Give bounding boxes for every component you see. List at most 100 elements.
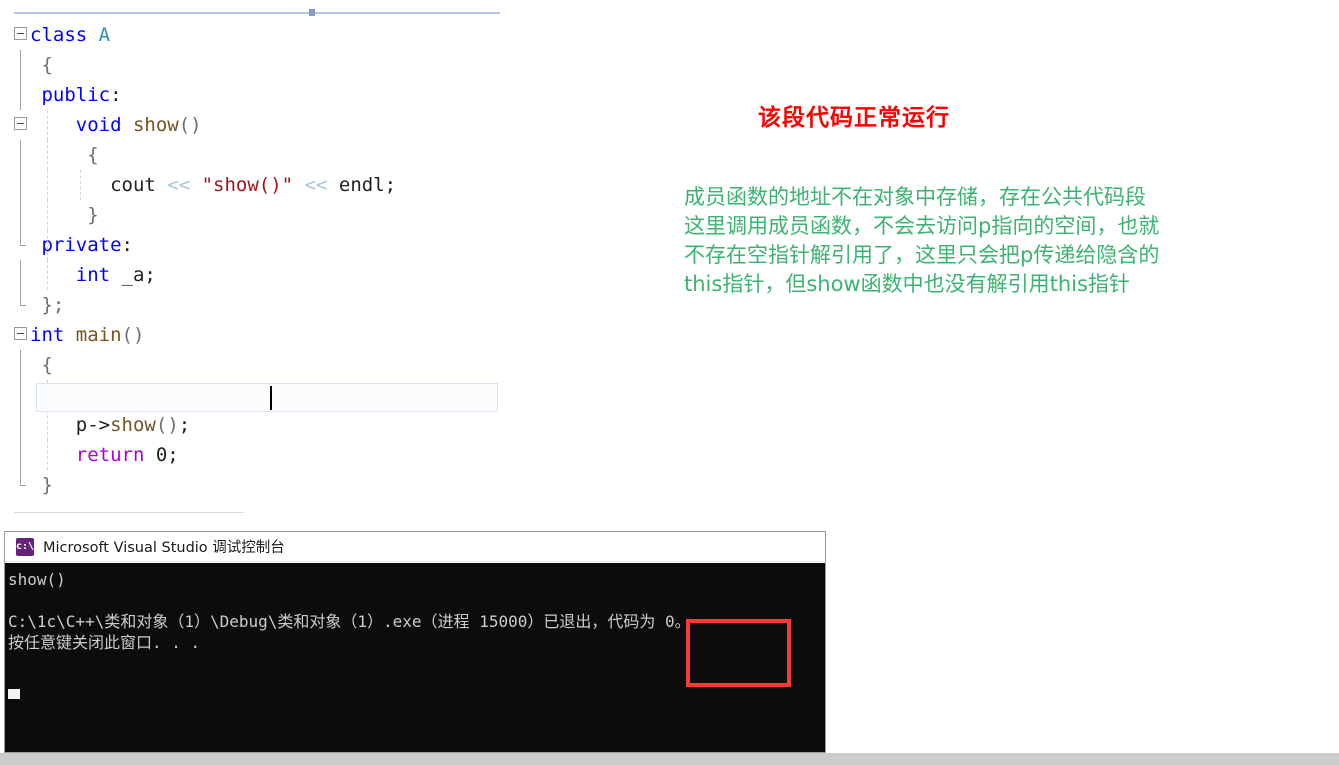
- code-token: :: [121, 234, 133, 256]
- annotation-title: 该段代码正常运行: [758, 105, 950, 131]
- fold-collapse-icon[interactable]: [14, 117, 27, 130]
- code-gutter: [0, 410, 30, 440]
- code-line[interactable]: public:: [0, 80, 840, 110]
- fold-guide-line: [20, 260, 21, 290]
- code-token: {: [87, 144, 99, 166]
- editor-splitter-handle[interactable]: [309, 9, 315, 16]
- code-token: ;: [144, 264, 156, 286]
- code-line-text: return 0;: [30, 444, 179, 466]
- fold-guide-line: [20, 170, 21, 200]
- code-gutter: [0, 50, 30, 80]
- code-token: };: [41, 294, 65, 316]
- code-gutter: [0, 260, 30, 290]
- code-gutter: [0, 170, 30, 200]
- code-line[interactable]: {: [0, 140, 840, 170]
- editor-bottom-rule: [14, 512, 244, 513]
- code-token: ->: [87, 414, 111, 436]
- code-gutter: [0, 230, 30, 260]
- code-token: (): [121, 324, 145, 346]
- fold-guide-line: [20, 200, 21, 230]
- bottom-taskbar-strip: [0, 753, 1339, 765]
- fold-guide-line: [20, 140, 21, 170]
- code-gutter: [0, 290, 30, 320]
- code-line[interactable]: int main(): [0, 320, 840, 350]
- console-window[interactable]: c:\ Microsoft Visual Studio 调试控制台 show()…: [4, 531, 826, 753]
- code-line[interactable]: }: [0, 470, 840, 500]
- code-token: main: [75, 324, 122, 346]
- code-line-text: private:: [30, 234, 133, 256]
- code-line-text: int _a;: [30, 264, 156, 286]
- code-token: ;: [167, 444, 179, 466]
- code-token: public: [41, 84, 111, 106]
- code-token: "show()": [201, 174, 294, 196]
- code-gutter: [0, 440, 30, 470]
- fold-collapse-icon[interactable]: [14, 27, 27, 40]
- code-line[interactable]: void show(): [0, 110, 840, 140]
- code-token: {: [41, 54, 53, 76]
- indent-guide: [47, 170, 48, 200]
- console-titlebar[interactable]: c:\ Microsoft Visual Studio 调试控制台: [5, 532, 825, 562]
- code-token: }: [41, 474, 53, 496]
- code-token: class: [30, 24, 99, 46]
- code-line-text: int main(): [30, 324, 144, 346]
- console-title-label: Microsoft Visual Studio 调试控制台: [43, 540, 285, 556]
- code-line-text: {: [30, 144, 99, 166]
- fold-guide-line-end: [20, 290, 26, 306]
- console-icon-glyph: c:\: [16, 540, 35, 552]
- code-gutter: [0, 20, 30, 50]
- code-token: void: [75, 114, 133, 136]
- console-block-cursor: [8, 689, 20, 699]
- console-output-text: show() C:\1c\C++\类和对象（1）\Debug\类和对象（1）.e…: [8, 570, 691, 652]
- code-line-text: }: [30, 474, 53, 496]
- active-line-highlight: [36, 383, 498, 412]
- code-line[interactable]: {: [0, 50, 840, 80]
- code-gutter: [0, 350, 30, 380]
- code-gutter: [0, 110, 30, 140]
- code-gutter: [0, 80, 30, 110]
- code-line[interactable]: p->show();: [0, 410, 840, 440]
- code-token: return: [75, 444, 156, 466]
- code-token: endl: [338, 174, 385, 196]
- code-line-text: {: [30, 354, 52, 376]
- code-line-text: p->show();: [30, 414, 190, 436]
- code-token: 0: [155, 444, 168, 466]
- indent-guide: [47, 110, 48, 140]
- code-token: (): [155, 414, 179, 436]
- code-token: _a: [121, 264, 145, 286]
- code-token: ;: [178, 414, 191, 436]
- code-line[interactable]: return 0;: [0, 440, 840, 470]
- code-token: private: [41, 234, 122, 256]
- indent-guide: [47, 260, 48, 290]
- code-gutter: [0, 140, 30, 170]
- code-token: :: [110, 84, 122, 106]
- code-token: int: [75, 264, 122, 286]
- code-gutter: [0, 320, 30, 350]
- text-caret: [270, 386, 272, 410]
- fold-guide-line: [20, 380, 21, 410]
- code-token: show: [132, 114, 179, 136]
- console-output-area[interactable]: show() C:\1c\C++\类和对象（1）\Debug\类和对象（1）.e…: [5, 563, 825, 752]
- code-gutter: [0, 470, 30, 500]
- code-token: show: [110, 414, 156, 436]
- indent-guide: [47, 230, 48, 260]
- indent-guide: [80, 170, 81, 200]
- visual-studio-console-icon: c:\: [16, 537, 35, 556]
- code-line[interactable]: class A: [0, 20, 840, 50]
- code-line-text: };: [30, 294, 64, 316]
- annotation-body: 成员函数的地址不在对象中存储，存在公共代码段 这里调用成员函数，不会去访问p指向…: [684, 185, 1160, 296]
- code-line[interactable]: {: [0, 350, 840, 380]
- fold-guide-line: [20, 50, 21, 80]
- indent-guide: [47, 140, 48, 170]
- code-line-text: }: [30, 204, 99, 226]
- fold-collapse-icon[interactable]: [14, 327, 27, 340]
- code-token: }: [87, 204, 99, 226]
- exit-code-highlight-box: [686, 619, 791, 687]
- indent-guide: [47, 440, 48, 470]
- fold-guide-line: [20, 440, 21, 470]
- code-token: cout: [110, 174, 168, 196]
- fold-guide-line: [20, 230, 26, 246]
- fold-guide-line: [20, 350, 21, 380]
- code-token: (): [178, 114, 202, 136]
- code-token: ;: [384, 174, 397, 196]
- code-token: int: [30, 324, 76, 346]
